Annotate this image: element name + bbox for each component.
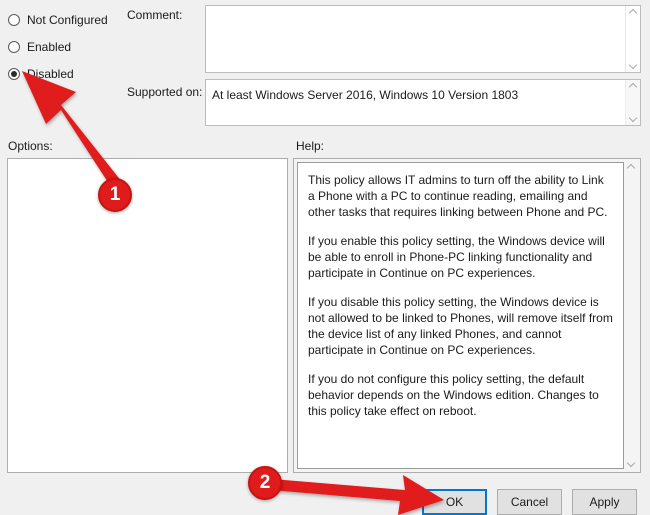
help-label: Help: xyxy=(296,139,325,153)
help-panel: This policy allows IT admins to turn off… xyxy=(293,158,641,473)
cancel-button[interactable]: Cancel xyxy=(497,489,562,515)
radio-circle-icon xyxy=(8,13,20,26)
comment-text[interactable] xyxy=(206,6,625,72)
annotation-badge-1: 1 xyxy=(98,178,132,212)
annotation-badge-2: 2 xyxy=(248,466,282,500)
enabled-radio-label: Enabled xyxy=(27,39,72,54)
help-text-area[interactable]: This policy allows IT admins to turn off… xyxy=(297,162,624,469)
help-paragraph: If you enable this policy setting, the W… xyxy=(308,234,605,280)
supported-on-textbox: At least Windows Server 2016, Windows 10… xyxy=(205,79,641,126)
annotation-arrow-2 xyxy=(271,475,444,515)
chevron-down-icon[interactable] xyxy=(629,114,638,123)
comment-textbox[interactable] xyxy=(205,5,641,73)
chevron-down-icon[interactable] xyxy=(627,459,636,468)
supported-on-scrollbar[interactable] xyxy=(625,80,640,125)
group-policy-setting-dialog: Not Configured Enabled Disabled Comment:… xyxy=(0,0,650,515)
supported-on-label: Supported on: xyxy=(127,85,203,99)
not-configured-radio-label: Not Configured xyxy=(27,12,108,27)
ok-button[interactable]: OK xyxy=(422,489,487,515)
disabled-radio[interactable]: Disabled xyxy=(8,60,188,87)
disabled-radio-label: Disabled xyxy=(27,66,74,81)
supported-on-text: At least Windows Server 2016, Windows 10… xyxy=(212,88,519,102)
chevron-up-icon[interactable] xyxy=(627,163,636,172)
help-paragraph: This policy allows IT admins to turn off… xyxy=(308,173,608,219)
options-panel[interactable] xyxy=(7,158,288,473)
help-paragraph: If you disable this policy setting, the … xyxy=(308,295,613,357)
enabled-radio[interactable]: Enabled xyxy=(8,33,188,60)
help-scrollbar[interactable] xyxy=(624,159,639,472)
chevron-up-icon[interactable] xyxy=(629,8,638,17)
radio-circle-icon xyxy=(8,40,20,53)
options-label: Options: xyxy=(8,139,53,153)
chevron-down-icon[interactable] xyxy=(629,61,638,70)
comment-scrollbar[interactable] xyxy=(625,6,640,72)
apply-button[interactable]: Apply xyxy=(572,489,637,515)
radio-circle-selected-icon xyxy=(8,67,20,80)
chevron-up-icon[interactable] xyxy=(629,82,638,91)
comment-label: Comment: xyxy=(127,8,183,22)
help-paragraph: If you do not configure this policy sett… xyxy=(308,372,599,418)
